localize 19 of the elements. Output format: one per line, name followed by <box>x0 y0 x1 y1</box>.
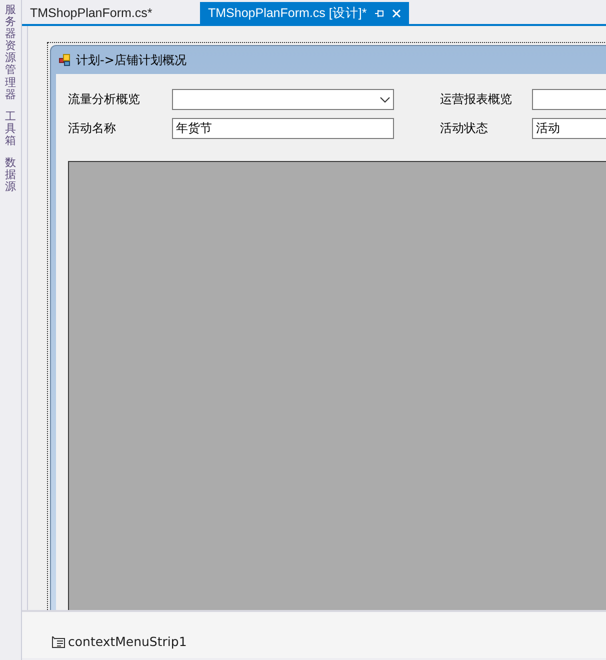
side-tab[interactable]: 工具箱 <box>5 110 16 148</box>
chevron-down-icon <box>380 96 390 102</box>
document-tab[interactable]: TMShopPlanForm.cs* <box>22 2 200 24</box>
field-label: 活动名称 <box>68 120 117 137</box>
side-tab[interactable]: 服务器资源管理器 <box>5 4 16 101</box>
menu-component-icon <box>52 636 65 648</box>
text-field[interactable]: 活动 <box>532 118 606 139</box>
pin-icon[interactable] <box>374 8 384 18</box>
side-tab[interactable]: 数据源 <box>5 157 16 194</box>
form-icon <box>59 54 71 66</box>
text-field[interactable]: 年货节 <box>172 118 394 139</box>
component-label[interactable]: contextMenuStrip1 <box>68 634 187 649</box>
dropdown[interactable] <box>172 89 394 110</box>
field-label: 运营报表概览 <box>440 91 513 108</box>
field-label: 活动状态 <box>440 120 489 137</box>
form-title: 计划->店铺计划概况 <box>76 52 186 68</box>
close-icon[interactable] <box>392 8 401 18</box>
document-tab[interactable]: TMShopPlanForm.cs [设计]* <box>200 2 409 24</box>
field-label: 流量分析概览 <box>68 91 141 108</box>
